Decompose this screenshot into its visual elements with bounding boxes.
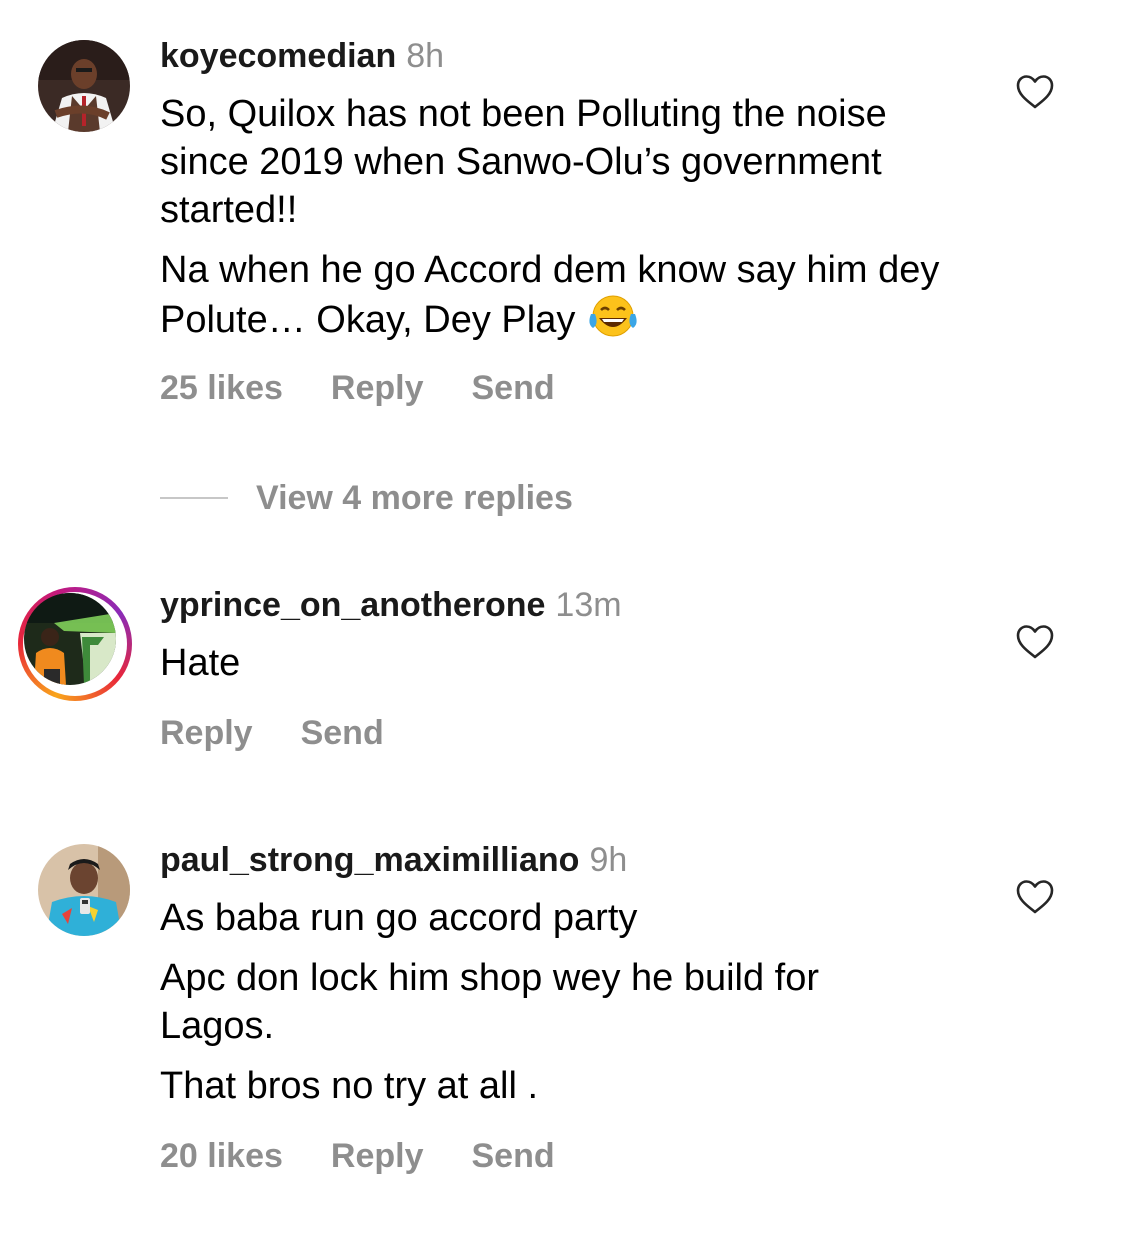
face-with-tears-of-joy-icon [587,294,639,350]
heart-outline-icon[interactable] [1015,74,1055,110]
username[interactable]: koyecomedian [160,37,396,75]
divider [160,497,228,499]
username[interactable]: yprince_on_anotherone [160,586,545,624]
heart-outline-icon[interactable] [1015,624,1055,660]
comment-text-3: That bros no try at all . [160,1065,539,1107]
avatar[interactable] [38,844,130,936]
reply-button[interactable]: Reply [160,714,253,752]
send-button[interactable]: Send [471,369,554,407]
avatar [24,593,116,685]
view-more-replies-label: View 4 more replies [256,479,573,517]
avatar[interactable] [38,40,130,132]
reply-button[interactable]: Reply [331,1137,424,1175]
comment-actions: 20 likes Reply Send [160,1136,603,1176]
reply-button[interactable]: Reply [331,369,424,407]
comment-text: As baba run go accord party [160,897,638,939]
comment-header: paul_strong_maximilliano 9h [160,840,627,880]
comment-text: So, Quilox has not been Polluting the no… [160,93,887,231]
comment-actions: 25 likes Reply Send [160,368,603,408]
story-ring[interactable] [18,587,132,701]
timestamp: 8h [406,37,445,75]
send-button[interactable]: Send [301,714,384,752]
comment-text: Hate [160,642,241,684]
view-more-replies-button[interactable]: View 4 more replies [160,478,573,518]
comment-header: yprince_on_anotherone 13m [160,585,622,625]
username[interactable]: paul_strong_maximilliano [160,841,579,879]
comment-text-line2: Na when he go Accord dem know say him de… [160,246,940,350]
likes-count[interactable]: 25 likes [160,369,283,407]
timestamp: 9h [589,841,628,879]
comment-header: koyecomedian 8h [160,36,444,76]
comment-text-2: Apc don lock him shop wey he build for L… [160,957,820,1047]
comment-text-2: Na when he go Accord dem know say him de… [160,249,940,341]
timestamp: 13m [555,586,622,624]
comment-actions: Reply Send [160,713,432,753]
heart-outline-icon[interactable] [1015,879,1055,915]
send-button[interactable]: Send [471,1137,554,1175]
likes-count[interactable]: 20 likes [160,1137,283,1175]
